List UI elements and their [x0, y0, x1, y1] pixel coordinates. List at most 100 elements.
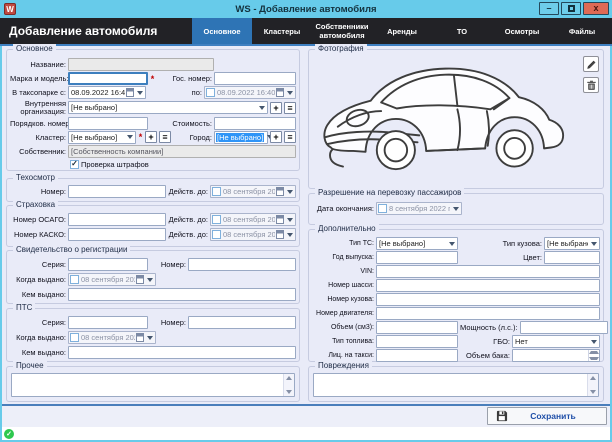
year-input[interactable]: [376, 251, 458, 264]
serial-number-input[interactable]: [68, 117, 148, 130]
vin-input[interactable]: [376, 265, 600, 278]
chevron-down-icon[interactable]: [135, 87, 144, 98]
chevron-down-icon[interactable]: [285, 229, 294, 240]
maximize-button[interactable]: [561, 2, 581, 15]
chevron-down-icon[interactable]: [451, 203, 460, 214]
chevron-down-icon[interactable]: [257, 102, 266, 113]
pts-number-input[interactable]: [188, 316, 296, 329]
osago-valid-until-date[interactable]: 08 сентября 2022: [210, 213, 296, 226]
in-fleet-from-date[interactable]: 08.09.2022 16:40: [68, 86, 146, 99]
scrollbar[interactable]: [587, 374, 598, 396]
cost-input[interactable]: [214, 117, 296, 130]
date-value: 08.09.2022 16:40: [216, 88, 275, 97]
calendar-icon[interactable]: [276, 88, 284, 97]
city-combo[interactable]: [Не выбрано]: [214, 131, 268, 144]
date-checkbox[interactable]: [212, 187, 221, 196]
pencil-icon: [586, 59, 597, 70]
reg-issued-by-input[interactable]: [68, 288, 296, 301]
make-model-input[interactable]: [68, 72, 148, 85]
calendar-icon[interactable]: [126, 88, 134, 97]
date-checkbox[interactable]: [378, 204, 387, 213]
reg-series-input[interactable]: [68, 258, 148, 271]
body-type-combo[interactable]: [Не выбрано]: [544, 237, 600, 250]
date-checkbox[interactable]: [212, 215, 221, 224]
chevron-down-icon[interactable]: [145, 332, 154, 343]
close-button[interactable]: x: [583, 2, 609, 15]
chevron-down-icon[interactable]: [285, 214, 294, 225]
tab-sobstvenniki[interactable]: Собственники автомобиля: [312, 18, 372, 44]
vehicle-type-combo[interactable]: [Не выбрано]: [376, 237, 458, 250]
plate-input[interactable]: [214, 72, 296, 85]
chevron-down-icon[interactable]: [145, 274, 154, 285]
cluster-list-button[interactable]: ≡: [159, 131, 171, 143]
cluster-combo[interactable]: [Не выбрано]: [68, 131, 136, 144]
gbo-combo[interactable]: Нет: [512, 335, 600, 348]
pts-series-input[interactable]: [68, 316, 148, 329]
tab-to[interactable]: ТО: [432, 18, 492, 44]
tab-faily[interactable]: Файлы: [552, 18, 612, 44]
tab-arendy[interactable]: Аренды: [372, 18, 432, 44]
calendar-icon[interactable]: [136, 275, 144, 284]
tab-osmotry[interactable]: Осмотры: [492, 18, 552, 44]
pts-issued-by-input[interactable]: [68, 346, 296, 359]
pts-issued-when-date[interactable]: 08 сентября 2022: [68, 331, 156, 344]
add-org-button[interactable]: +: [270, 102, 282, 114]
fines-check-checkbox[interactable]: ✓: [70, 160, 79, 169]
tank-volume-stepper[interactable]: [512, 349, 600, 362]
calendar-icon[interactable]: [276, 230, 284, 239]
chevron-down-icon[interactable]: [447, 238, 456, 249]
taxi-license-input[interactable]: [376, 349, 458, 362]
fuel-input[interactable]: [376, 335, 458, 348]
scroll-up-icon[interactable]: [590, 376, 596, 380]
body-number-input[interactable]: [376, 293, 600, 306]
edit-photo-button[interactable]: [583, 56, 599, 72]
engine-input[interactable]: [376, 307, 600, 320]
kasko-valid-until-date[interactable]: 08 сентября 2022: [210, 228, 296, 241]
scroll-down-icon[interactable]: [590, 390, 596, 394]
in-fleet-to-date[interactable]: 08.09.2022 16:40: [204, 86, 296, 99]
inspection-valid-until-date[interactable]: 08 сентября 2022: [210, 185, 296, 198]
color-input[interactable]: [544, 251, 600, 264]
inspection-number-input[interactable]: [68, 185, 166, 198]
chevron-down-icon[interactable]: [589, 238, 598, 249]
calendar-icon[interactable]: [276, 215, 284, 224]
tab-osnovnoe[interactable]: Основное: [192, 18, 252, 44]
fleet-dates-row: В таксопарке с: 08.09.2022 16:40 по: 08.…: [10, 86, 296, 99]
date-checkbox[interactable]: [212, 230, 221, 239]
delete-photo-button[interactable]: [583, 77, 599, 93]
save-button[interactable]: Сохранить: [487, 407, 607, 425]
internal-org-combo[interactable]: [Не выбрано]: [68, 101, 268, 114]
group-general: Основное Название: Марка и модель: * Гос…: [6, 49, 300, 171]
city-list-button[interactable]: ≡: [284, 131, 296, 143]
to-date-checkbox[interactable]: [206, 88, 215, 97]
scrollbar[interactable]: [283, 374, 294, 396]
kasko-input[interactable]: [68, 228, 166, 241]
reg-issued-when-date[interactable]: 08 сентября 2022: [68, 273, 156, 286]
chevron-down-icon[interactable]: [285, 186, 294, 197]
power-input[interactable]: [520, 321, 608, 334]
other-textarea[interactable]: [11, 373, 295, 397]
calendar-icon[interactable]: [136, 333, 144, 342]
reg-number-input[interactable]: [188, 258, 296, 271]
date-value: 08 сентября 2022: [222, 230, 275, 239]
chevron-down-icon[interactable]: [125, 132, 134, 143]
permit-end-date[interactable]: 8 сентября 2022 г.: [376, 202, 462, 215]
stepper-down-button[interactable]: [589, 356, 599, 362]
date-checkbox[interactable]: [70, 333, 79, 342]
chevron-down-icon[interactable]: [285, 87, 294, 98]
add-cluster-button[interactable]: +: [145, 131, 157, 143]
chassis-input[interactable]: [376, 279, 600, 292]
add-city-button[interactable]: +: [270, 131, 282, 143]
osago-input[interactable]: [68, 213, 166, 226]
org-list-button[interactable]: ≡: [284, 102, 296, 114]
issued-when-label: Когда выдано:: [10, 333, 66, 342]
damages-textarea[interactable]: [313, 373, 599, 397]
calendar-icon[interactable]: [276, 187, 284, 196]
date-checkbox[interactable]: [70, 275, 79, 284]
tab-klastery[interactable]: Кластеры: [252, 18, 312, 44]
scroll-down-icon[interactable]: [286, 390, 292, 394]
scroll-up-icon[interactable]: [286, 376, 292, 380]
chevron-down-icon[interactable]: [589, 336, 598, 347]
minimize-button[interactable]: –: [539, 2, 559, 15]
volume-input[interactable]: [376, 321, 458, 334]
